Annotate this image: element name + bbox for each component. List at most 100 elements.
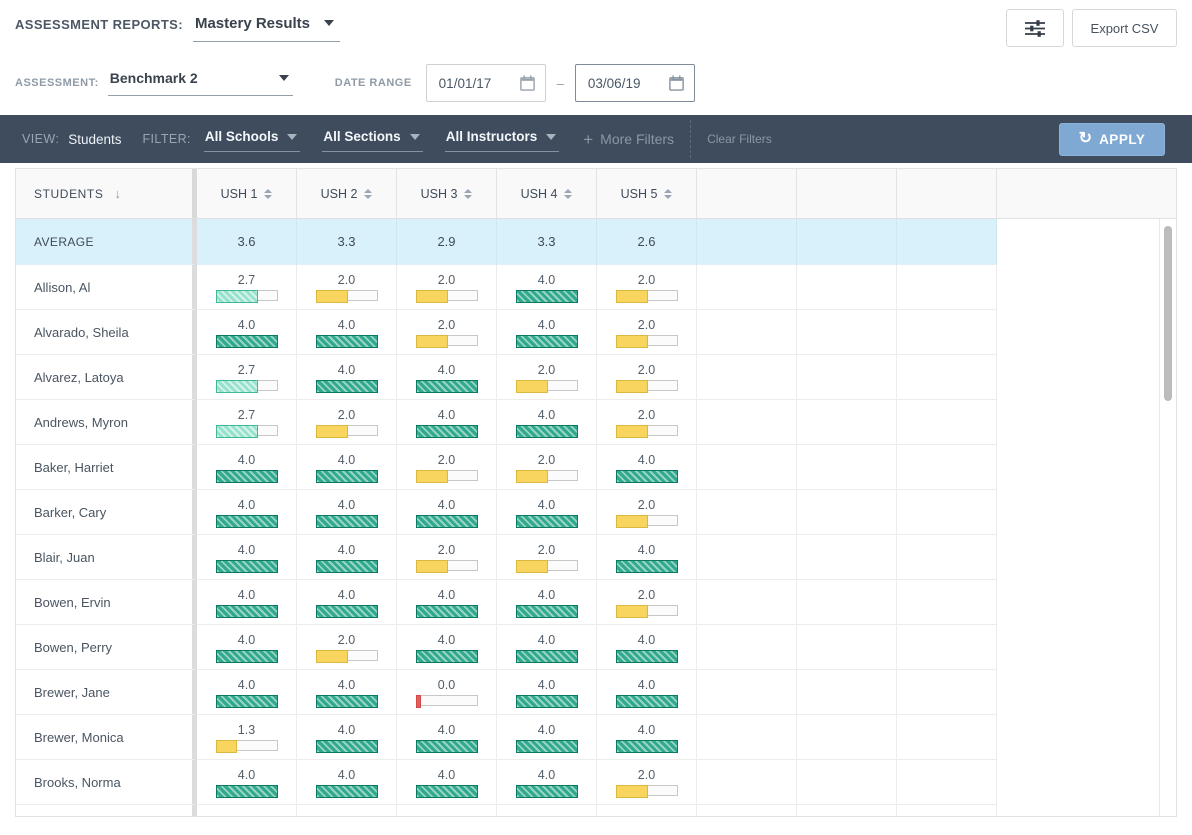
column-header-ush-3[interactable]: USH 3 (397, 169, 497, 218)
mastery-score-cell: 2.0 (497, 535, 597, 580)
mastery-score-value: 4.0 (238, 498, 255, 512)
column-header-ush-1[interactable]: USH 1 (197, 169, 297, 218)
mastery-score-cell: 4.0 (197, 580, 297, 625)
mastery-score-cell: 4.0 (297, 310, 397, 355)
mastery-bar (316, 785, 378, 796)
chevron-down-icon (324, 20, 334, 26)
mastery-bar (216, 290, 278, 301)
more-filters-label: More Filters (600, 131, 674, 147)
student-name: Brewer, Jane (16, 670, 197, 715)
mastery-score-cell: 4.0 (597, 715, 697, 760)
sort-arrows-icon (364, 189, 372, 199)
mastery-bar (316, 380, 378, 391)
student-row: Alvarez, Latoya2.74.04.02.02.0 (16, 355, 1176, 400)
empty-cell (797, 445, 897, 490)
mastery-score-cell: 4.0 (597, 625, 697, 670)
column-header-ush-2[interactable]: USH 2 (297, 169, 397, 218)
clear-filters-button[interactable]: Clear Filters (707, 132, 772, 146)
empty-cell (697, 625, 797, 670)
mastery-bar (316, 740, 378, 751)
vertical-scrollbar-thumb[interactable] (1164, 226, 1172, 401)
mastery-score-value: 2.0 (638, 318, 655, 332)
mastery-score-value: 2.0 (538, 453, 555, 467)
mastery-score-value: 4.0 (638, 453, 655, 467)
mastery-score-cell: 2.0 (297, 265, 397, 310)
empty-cell (897, 715, 997, 760)
empty-cell (897, 490, 997, 535)
mastery-bar-fill (616, 560, 678, 573)
mastery-bar-fill (416, 290, 448, 303)
mastery-score-value: 4.0 (438, 363, 455, 377)
mastery-score-cell: 4.0 (597, 670, 697, 715)
column-header-ush-4[interactable]: USH 4 (497, 169, 597, 218)
view-label: VIEW: (22, 132, 59, 146)
filter-dropdown-all-instructors[interactable]: All Instructors (445, 126, 560, 152)
mastery-score-cell: 4.0 (497, 265, 597, 310)
export-csv-button[interactable]: Export CSV (1072, 9, 1177, 47)
mastery-bar (216, 425, 278, 436)
average-score-cell: 3.3 (497, 219, 597, 265)
date-from-input[interactable]: 01/01/17 (426, 64, 546, 102)
table-header-row: STUDENTS ↓ USH 1 USH 2USH 3USH 4USH 5 (16, 169, 1176, 219)
apply-button[interactable]: ↻ APPLY (1059, 123, 1165, 156)
mastery-score-value: 4.0 (438, 633, 455, 647)
mastery-score-cell: 4.0 (397, 715, 497, 760)
mastery-score-value: 4.0 (338, 498, 355, 512)
mastery-score-value: 4.0 (538, 588, 555, 602)
display-settings-button[interactable] (1006, 9, 1064, 47)
mastery-bar-fill (616, 740, 678, 753)
assessment-dropdown[interactable]: Benchmark 2 (108, 70, 293, 96)
empty-cell (797, 625, 897, 670)
mastery-bar (616, 695, 678, 706)
mastery-score-cell: 4.0 (497, 580, 597, 625)
mastery-score-cell: 2.7 (197, 265, 297, 310)
mastery-bar-fill (316, 515, 378, 528)
column-header-label: USH 1 (221, 187, 258, 201)
students-column-header[interactable]: STUDENTS ↓ (16, 169, 197, 218)
mastery-score-value: 4.0 (538, 723, 555, 737)
average-score-cell: 2.9 (397, 219, 497, 265)
mastery-bar (416, 785, 478, 796)
empty-cell (897, 760, 997, 805)
mastery-bar-fill (316, 560, 378, 573)
report-type-dropdown[interactable]: Mastery Results (193, 15, 340, 42)
mastery-score-cell: 2.0 (597, 310, 697, 355)
mastery-score-cell: 4.0 (297, 490, 397, 535)
mastery-bar-fill (316, 740, 378, 753)
student-name: Alvarado, Sheila (16, 310, 197, 355)
mastery-bar (616, 650, 678, 661)
mastery-score-cell: 4.0 (497, 670, 597, 715)
mastery-score-cell: 4.0 (197, 760, 297, 805)
mastery-bar (516, 560, 578, 571)
mastery-score-value: 1.3 (238, 723, 255, 737)
mastery-bar-fill (616, 470, 678, 483)
sort-arrows-icon (264, 189, 272, 199)
column-header-ush-5[interactable]: USH 5 (597, 169, 697, 218)
mastery-bar (516, 380, 578, 391)
empty-cell (797, 490, 897, 535)
mastery-score-cell: 1.3 (197, 715, 297, 760)
mastery-bar (516, 425, 578, 436)
mastery-bar (316, 470, 378, 481)
mastery-bar (416, 425, 478, 436)
student-row: Alvarado, Sheila4.04.02.04.02.0 (16, 310, 1176, 355)
filter-dropdowns: All Schools All Sections All Instructors (204, 126, 559, 152)
filter-dropdown-all-schools[interactable]: All Schools (204, 126, 301, 152)
chevron-down-icon (287, 134, 297, 140)
mastery-score-value: 4.0 (338, 768, 355, 782)
average-row: AVERAGE3.63.32.93.32.6 (16, 219, 1176, 265)
date-to-input[interactable]: 03/06/19 (575, 64, 695, 102)
empty-cell (797, 310, 897, 355)
more-filters-button[interactable]: + More Filters (583, 131, 674, 148)
mastery-score-cell: 4.0 (197, 310, 297, 355)
mastery-bar (616, 290, 678, 301)
mastery-bar-fill (316, 605, 378, 618)
filter-dropdown-all-sections[interactable]: All Sections (322, 126, 422, 152)
mastery-bar-fill (616, 650, 678, 663)
mastery-bar (616, 335, 678, 346)
average-score-cell: 3.6 (197, 219, 297, 265)
mastery-score-value: 2.0 (338, 633, 355, 647)
mastery-score-value: 2.0 (438, 273, 455, 287)
table-header-filler (997, 169, 1176, 218)
mastery-bar-fill (516, 695, 578, 708)
